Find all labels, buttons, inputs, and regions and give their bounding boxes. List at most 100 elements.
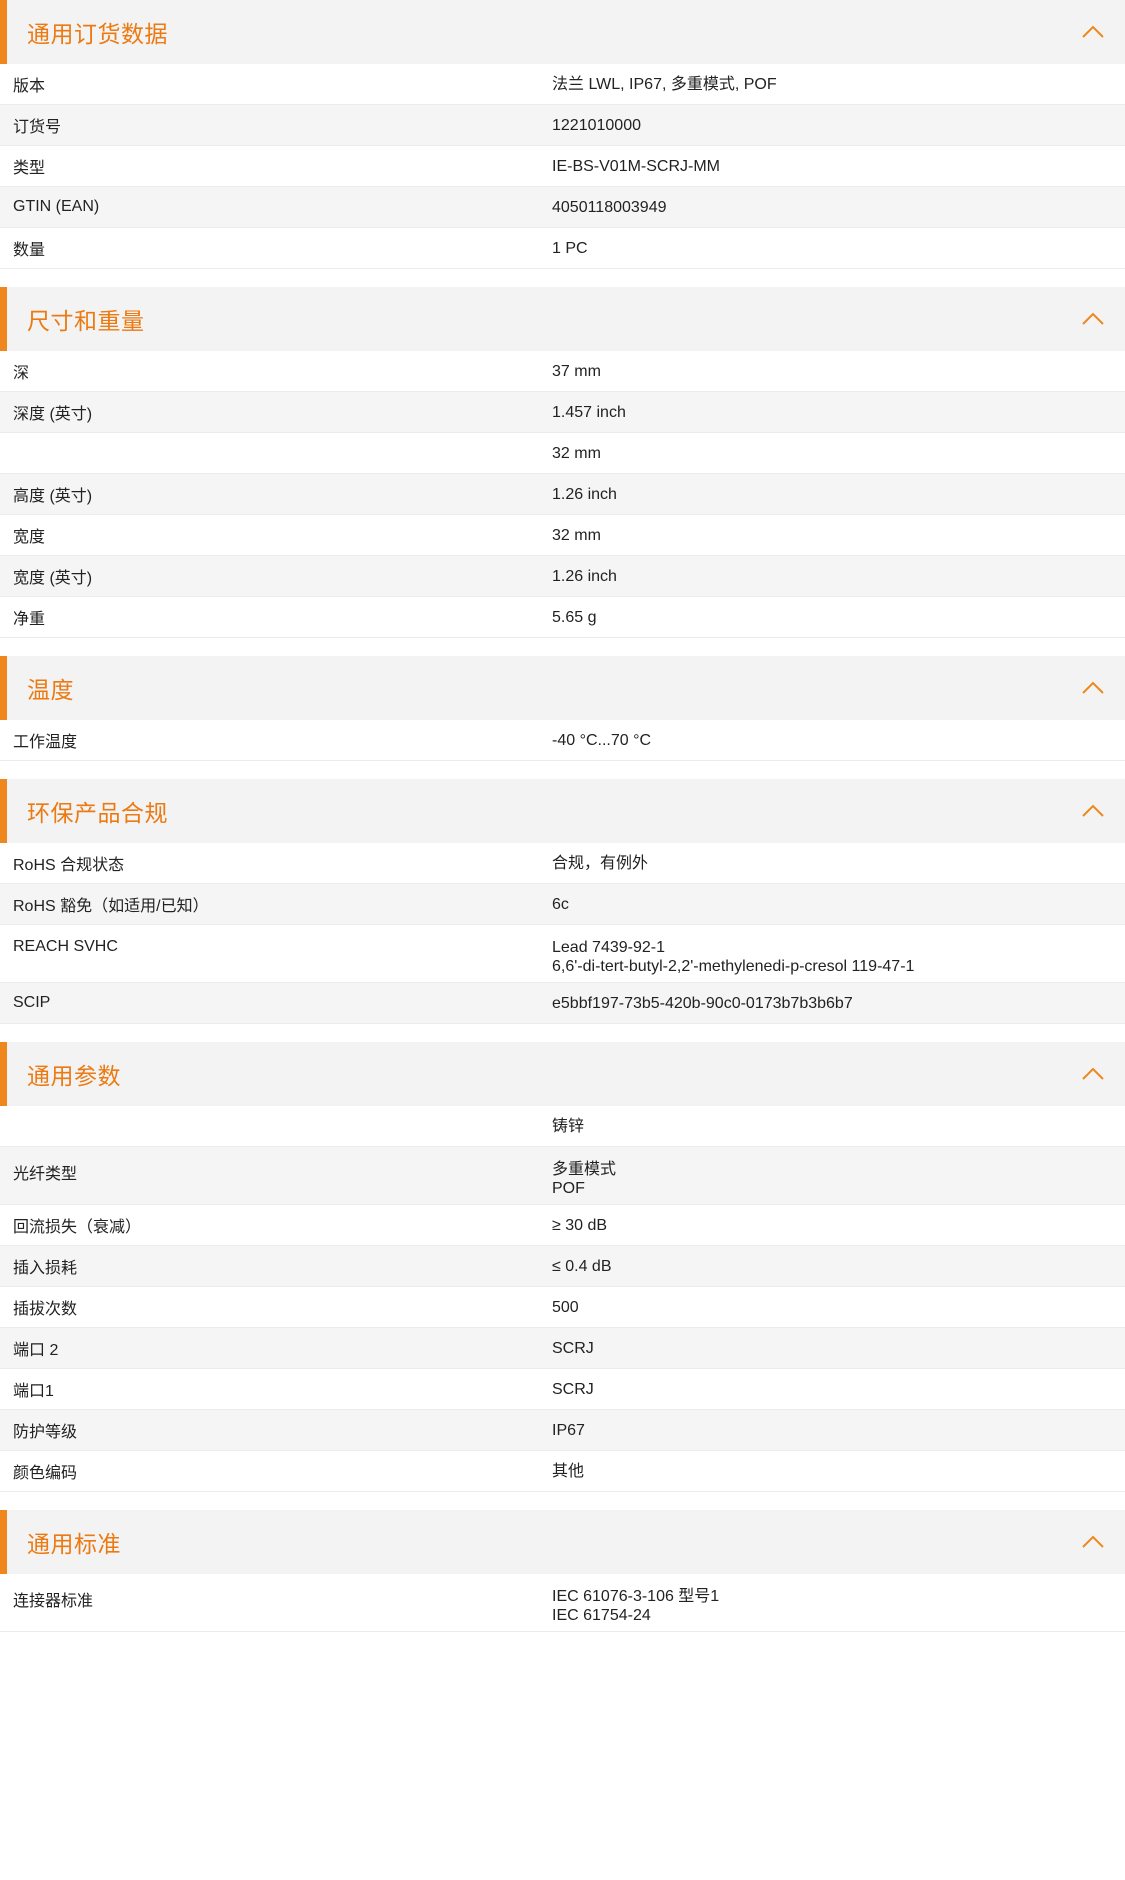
spec-label: REACH SVHC — [13, 938, 118, 955]
chevron-up-icon[interactable] — [1073, 1054, 1113, 1094]
section-4: 环保产品合规 RoHS 合规状态 合规，有例外 RoHS 豁免（如适用/已知） 6c RE… — [0, 779, 1125, 1024]
spec-label: 类型 — [13, 160, 46, 177]
section-gap — [0, 761, 1125, 779]
spec-row: REACH SVHC Lead 7439-92-1 6,6'-di-tert-but… — [0, 925, 1125, 983]
spec-value-line: 6,6'-di-tert-butyl-2,2'-methylenedi-p-cr… — [552, 958, 915, 975]
section-title: 环保产品合规 — [27, 800, 168, 826]
spec-value: 1.26 inch — [552, 567, 1125, 586]
section-title: 尺寸和重量 — [27, 308, 145, 334]
spec-value: 1 PC — [552, 239, 1125, 258]
spec-value-line: Lead 7439-92-1 — [552, 939, 665, 956]
spec-label: 端口 2 — [13, 1342, 59, 1359]
spec-value: 6c — [552, 895, 1125, 914]
spec-value-line: ≤ 0.4 dB — [552, 1257, 612, 1275]
spec-value: 多重模式 POF — [552, 1160, 1125, 1198]
section-3: 温度 工作温度 -40 °C...70 °C — [0, 656, 1125, 761]
spec-value-line: 多重模式 — [552, 1161, 617, 1178]
spec-value-line: 其他 — [552, 1462, 585, 1480]
spec-value: 1.26 inch — [552, 485, 1125, 504]
spec-value: e5bbf197-73b5-420b-90c0-0173b7b3b6b7 — [552, 994, 1125, 1013]
section-title: 通用参数 — [27, 1063, 121, 1089]
chevron-up-icon[interactable] — [1073, 299, 1113, 339]
spec-value-line: -40 °C...70 °C — [552, 731, 652, 749]
spec-value-line: POF — [552, 1180, 585, 1197]
section-header[interactable]: 环保产品合规 — [0, 779, 1125, 843]
spec-label: 连接器标准 — [13, 1593, 94, 1610]
spec-value-line: 铸锌 — [552, 1117, 585, 1135]
spec-value-line: 32 mm — [552, 444, 601, 462]
spec-label: 高度 (英寸) — [13, 488, 93, 505]
spec-value: 4050118003949 — [552, 198, 1125, 217]
spec-page: 通用订货数据版本 法兰 LWL, IP67, 多重模式, POF 订货号 122101… — [0, 0, 1125, 1632]
spec-value-line: IP67 — [552, 1421, 585, 1439]
section-gap — [0, 1492, 1125, 1510]
spec-value-line: IE-BS-V01M-SCRJ-MM — [552, 157, 721, 175]
spec-value: 其他 — [552, 1462, 1125, 1481]
chevron-up-icon[interactable] — [1073, 12, 1113, 52]
spec-label: RoHS 豁免（如适用/已知） — [13, 898, 209, 915]
section-header[interactable]: 通用参数 — [0, 1042, 1125, 1106]
spec-value-line: 4050118003949 — [552, 198, 667, 216]
spec-label: 插拔次数 — [13, 1301, 78, 1318]
spec-value-line: 37 mm — [552, 362, 601, 380]
section-header[interactable]: 尺寸和重量 — [0, 287, 1125, 351]
spec-value: 37 mm — [552, 362, 1125, 381]
spec-value: 5.65 g — [552, 608, 1125, 627]
spec-row: RoHS 豁免（如适用/已知） 6c — [0, 884, 1125, 925]
spec-row: 端口 2 SCRJ — [0, 1328, 1125, 1369]
chevron-up-icon[interactable] — [1073, 668, 1113, 708]
spec-value-line: 500 — [552, 1298, 579, 1316]
spec-value-line: 32 mm — [552, 526, 601, 544]
spec-row: 回流损失（衰减） ≥ 30 dB — [0, 1205, 1125, 1246]
spec-value-line: 5.65 g — [552, 608, 597, 626]
spec-row: 宽度 (英寸) 1.26 inch — [0, 556, 1125, 597]
chevron-up-icon[interactable] — [1073, 791, 1113, 831]
spec-value: 32 mm — [552, 526, 1125, 545]
section-title: 温度 — [27, 677, 74, 703]
spec-value: 500 — [552, 1298, 1125, 1317]
spec-label: 深 — [13, 365, 30, 382]
spec-value-line: 1.26 inch — [552, 485, 617, 503]
spec-row: RoHS 合规状态 合规，有例外 — [0, 843, 1125, 884]
spec-value: 1.457 inch — [552, 403, 1125, 422]
spec-value-line: 法兰 LWL, IP67, 多重模式, POF — [552, 75, 777, 93]
section-1: 通用订货数据版本 法兰 LWL, IP67, 多重模式, POF 订货号 122101… — [0, 0, 1125, 269]
spec-label: 宽度 (英寸) — [13, 570, 93, 587]
spec-value-line: 1 PC — [552, 239, 588, 257]
spec-label: 订货号 — [13, 119, 62, 136]
spec-value-line: IEC 61076-3-106 型号1 — [552, 1588, 720, 1605]
section-gap — [0, 638, 1125, 656]
section-header[interactable]: 通用标准 — [0, 1510, 1125, 1574]
section-header[interactable]: 通用订货数据 — [0, 0, 1125, 64]
section-gap — [0, 269, 1125, 287]
spec-label: 回流损失（衰减） — [13, 1219, 142, 1236]
spec-label: 防护等级 — [13, 1424, 78, 1441]
spec-value: IE-BS-V01M-SCRJ-MM — [552, 157, 1125, 176]
spec-row: 深度 (英寸) 1.457 inch — [0, 392, 1125, 433]
spec-label: 宽度 — [13, 529, 46, 546]
spec-row: 净重 5.65 g — [0, 597, 1125, 638]
spec-value: 铸锌 — [552, 1117, 1125, 1136]
chevron-up-icon[interactable] — [1073, 1522, 1113, 1562]
spec-value-line: SCRJ — [552, 1339, 594, 1357]
section-header[interactable]: 温度 — [0, 656, 1125, 720]
spec-label: RoHS 合规状态 — [13, 857, 125, 874]
spec-row: 类型 IE-BS-V01M-SCRJ-MM — [0, 146, 1125, 187]
spec-row: 插入损耗 ≤ 0.4 dB — [0, 1246, 1125, 1287]
spec-value-line: IEC 61754-24 — [552, 1607, 651, 1624]
spec-row: 铸锌 — [0, 1106, 1125, 1147]
spec-value: IP67 — [552, 1421, 1125, 1440]
section-title: 通用标准 — [27, 1531, 121, 1557]
spec-label: 插入损耗 — [13, 1260, 78, 1277]
spec-value: 1221010000 — [552, 116, 1125, 135]
spec-value: Lead 7439-92-1 6,6'-di-tert-butyl-2,2'-me… — [552, 938, 1125, 976]
spec-value: SCRJ — [552, 1380, 1125, 1399]
section-6: 通用标准连接器标准 IEC 61076-3-106 型号1 IEC 61754-24 — [0, 1510, 1125, 1632]
spec-label: 光纤类型 — [13, 1166, 78, 1183]
spec-value: 32 mm — [552, 444, 1125, 463]
spec-label: 版本 — [13, 78, 46, 95]
section-5: 通用参数铸锌光纤类型 多重模式 POF 回流损失（衰减） ≥ 30 dB 插入损耗 ≤ 0.… — [0, 1042, 1125, 1492]
spec-value-line: e5bbf197-73b5-420b-90c0-0173b7b3b6b7 — [552, 994, 853, 1012]
spec-value-line: SCRJ — [552, 1380, 594, 1398]
spec-row: 高度 (英寸) 1.26 inch — [0, 474, 1125, 515]
